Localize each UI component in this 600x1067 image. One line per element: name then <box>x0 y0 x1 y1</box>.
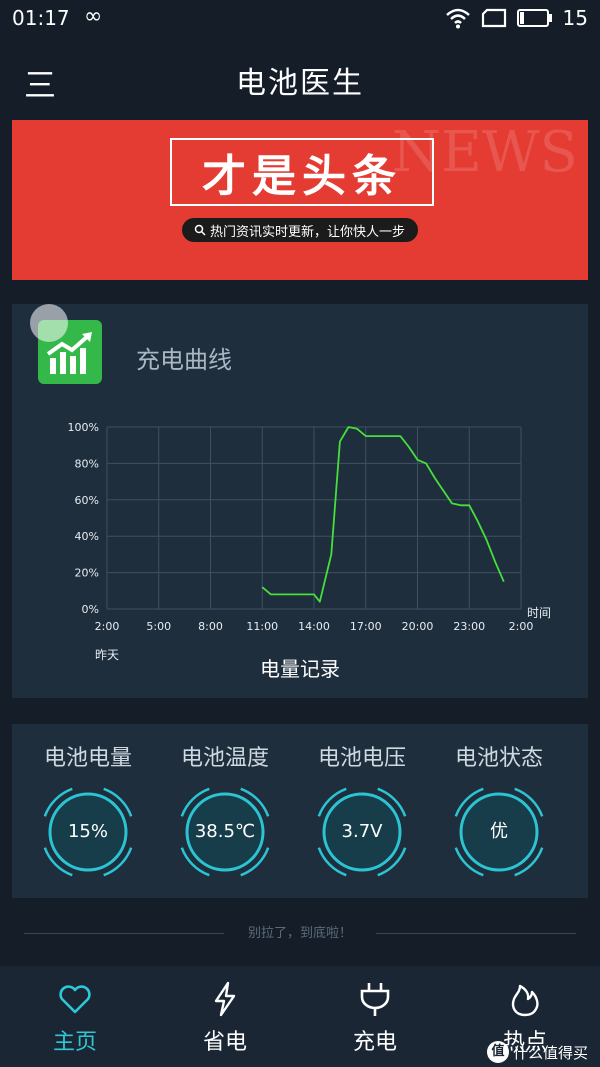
watermark-badge: 值 <box>486 1041 509 1063</box>
bottom-nav: 主页 省电 充电 热点 值 什么值得买 <box>0 966 600 1067</box>
stat-battery-temperature: 电池温度 38.5℃ <box>153 724 297 898</box>
battery-icon <box>516 9 552 27</box>
stat-label: 电池电量 <box>43 746 132 771</box>
stat-value: 15% <box>67 821 108 842</box>
battery-stats-card: 电池电量 15% 电池温度 38.5℃ 电池电压 3.7V 电池状态 优 <box>12 724 588 898</box>
infinity-icon: ∞ <box>84 4 103 29</box>
stat-label: 电池电压 <box>317 746 406 771</box>
banner-subline-pill: 热门资讯实时更新，让你快人一步 <box>182 218 418 242</box>
stat-value: 38.5℃ <box>194 821 256 842</box>
y-tick-label: 60% <box>75 494 99 507</box>
x-tick-label: 14:00 <box>298 620 330 633</box>
watermark-text: 什么值得买 <box>512 1043 588 1062</box>
stat-battery-level: 电池电量 15% <box>16 724 160 898</box>
y-tick-label: 40% <box>75 530 99 543</box>
nav-label: 主页 <box>52 1030 97 1055</box>
y-tick-label: 20% <box>75 567 99 580</box>
battery-level: 15 <box>562 6 588 30</box>
lightning-icon <box>214 981 236 1017</box>
banner-headline: 才是头条 <box>170 138 434 206</box>
x-tick-label: 5:00 <box>146 620 171 633</box>
sim-icon <box>481 8 506 28</box>
stat-label: 电池状态 <box>454 746 543 771</box>
wifi-icon <box>445 8 470 29</box>
watermark: 值 什么值得买 <box>486 1041 588 1063</box>
nav-power-save[interactable]: 省电 <box>150 966 300 1067</box>
status-time: 01:17 <box>12 6 70 30</box>
stat-value: 3.7V <box>341 821 383 842</box>
stat-label: 电池温度 <box>180 746 269 771</box>
x-tick-label: 17:00 <box>350 620 382 633</box>
nav-home[interactable]: 主页 <box>0 966 150 1067</box>
stat-battery-voltage: 电池电压 3.7V <box>290 724 434 898</box>
flame-icon <box>511 984 539 1017</box>
nav-label: 充电 <box>352 1030 397 1055</box>
chart-footer-label: 电量记录 <box>260 657 340 681</box>
x-tick-label: 8:00 <box>198 620 223 633</box>
x-tick-label: 11:00 <box>246 620 278 633</box>
nav-label: 省电 <box>202 1030 247 1055</box>
end-of-list: 别拉了，到底啦！ <box>24 922 576 946</box>
x-tick-label: 23:00 <box>453 620 485 633</box>
x-tick-label: 2:00 <box>95 620 120 633</box>
page-title: 电池医生 <box>236 66 364 101</box>
status-bar: 01:17 ∞ 15 <box>0 0 600 38</box>
end-of-list-text: 别拉了，到底啦！ <box>247 926 352 941</box>
banner-subline: 热门资讯实时更新，让你快人一步 <box>210 224 406 240</box>
heart-icon <box>59 985 91 1014</box>
x-tick-label: 20:00 <box>402 620 434 633</box>
plug-icon <box>360 983 390 1016</box>
y-tick-label: 100% <box>68 421 99 434</box>
status-right: 15 <box>445 6 588 30</box>
app-bar: 三 电池医生 <box>0 40 600 116</box>
search-icon <box>194 224 206 236</box>
x-tick-label: 2:00 <box>509 620 534 633</box>
stat-battery-status: 电池状态 优 <box>427 724 571 898</box>
stat-value: 优 <box>490 821 508 842</box>
charging-curve-chart: 100% 80% 60% 40% 20% 0% 2:00 5:00 8:00 11:00 14:00… <box>68 421 551 681</box>
news-banner[interactable]: NEWS 才是头条 热门资讯实时更新，让你快人一步 <box>12 120 588 280</box>
y-tick-label: 80% <box>75 457 99 470</box>
x-axis-unit-label: 时间 <box>527 606 551 620</box>
y-tick-label: 0% <box>82 603 99 616</box>
nav-charge[interactable]: 充电 <box>300 966 450 1067</box>
charging-curve-card: 充电曲线 100% 80% 60% 40% 20% 0% 2:00 5:00 8:00 11:00… <box>12 304 588 698</box>
x-start-note: 昨天 <box>95 648 119 662</box>
battery-level-line <box>261 426 505 603</box>
